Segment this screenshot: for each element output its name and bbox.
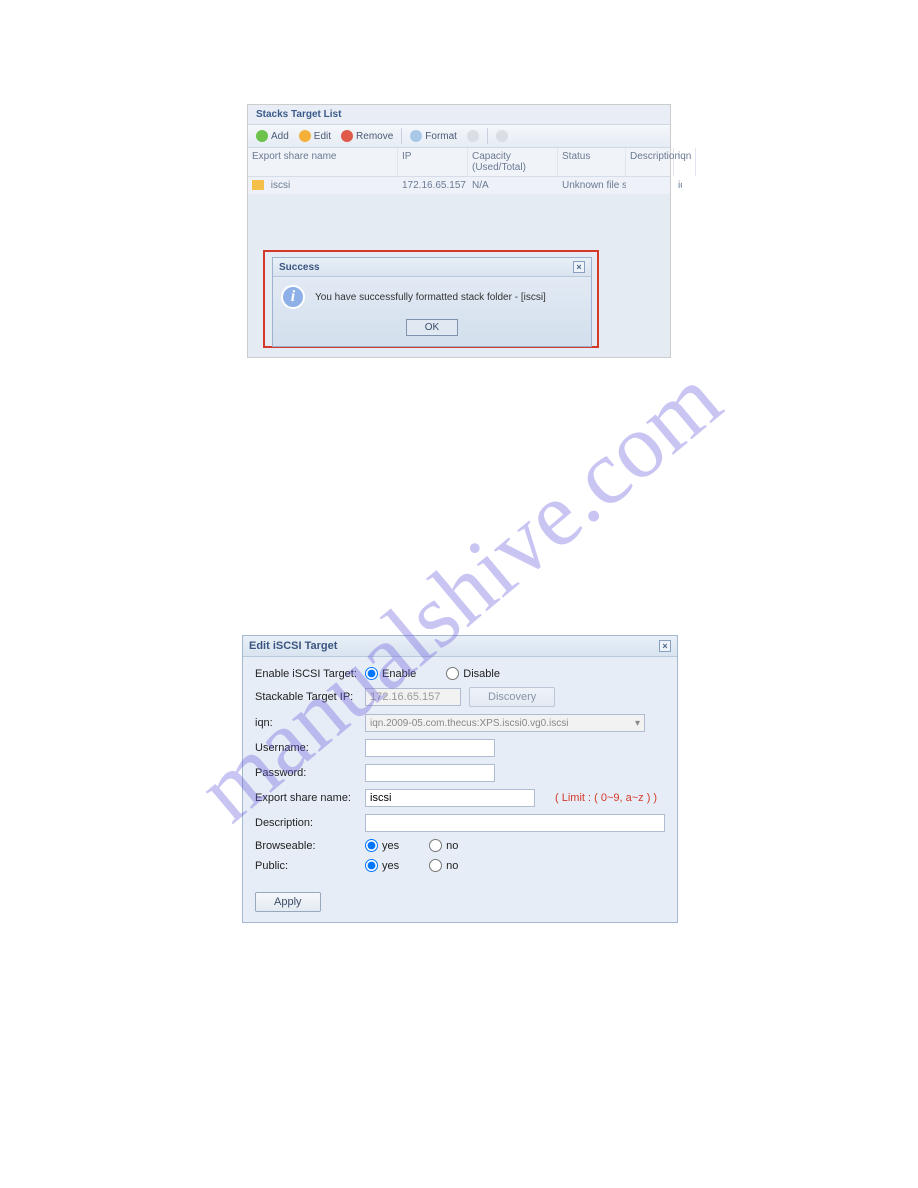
apply-button[interactable]: Apply [255, 892, 321, 912]
panel-title: Stacks Target List [248, 105, 670, 124]
row-public: Public: yes no [255, 859, 665, 872]
row-target-ip: Stackable Target IP: Discovery [255, 687, 665, 707]
format-icon [410, 130, 422, 142]
ok-button[interactable]: OK [406, 319, 458, 336]
folder-icon [252, 180, 264, 190]
public-no[interactable]: no [429, 859, 458, 872]
window-title: Edit iSCSI Target × [243, 636, 677, 657]
password-input[interactable] [365, 764, 495, 782]
separator [401, 128, 402, 144]
cell-iqn: iqn.2009-05.co [674, 177, 682, 194]
enable-radio[interactable]: Enable [365, 667, 416, 680]
discovery-button: Discovery [469, 687, 555, 707]
target-ip-input [365, 688, 461, 706]
remove-icon [341, 130, 353, 142]
add-label: Add [271, 131, 289, 142]
dialog-title: Success × [273, 258, 591, 277]
cell-capacity: N/A [468, 177, 558, 194]
form: Enable iSCSI Target: Enable Disable Stac… [243, 657, 677, 922]
public-yes[interactable]: yes [365, 859, 399, 872]
close-icon[interactable]: × [573, 261, 585, 273]
disabled-button-2 [492, 128, 512, 144]
add-icon [256, 130, 268, 142]
toolbar: Add Edit Remove Format [248, 124, 670, 148]
enable-label: Enable iSCSI Target: [255, 668, 365, 680]
disable-radio[interactable]: Disable [446, 667, 500, 680]
row-username: Username: [255, 739, 665, 757]
row-browseable: Browseable: yes no [255, 839, 665, 852]
disabled-icon [467, 130, 479, 142]
disabled-button-1 [463, 128, 483, 144]
remove-label: Remove [356, 131, 393, 142]
separator [487, 128, 488, 144]
cell-ip: 172.16.65.157 [398, 177, 468, 194]
description-label: Description: [255, 817, 365, 829]
add-button[interactable]: Add [252, 128, 293, 144]
edit-icon [299, 130, 311, 142]
browseable-label: Browseable: [255, 840, 365, 852]
dialog-text: You have successfully formatted stack fo… [315, 292, 546, 303]
format-label: Format [425, 131, 457, 142]
remove-button[interactable]: Remove [337, 128, 397, 144]
edit-iscsi-window: Edit iSCSI Target × Enable iSCSI Target:… [242, 635, 678, 923]
cell-status: Unknown file s/ [558, 177, 626, 194]
description-input[interactable] [365, 814, 665, 832]
info-icon: i [281, 285, 305, 309]
stack-target-panel: Stacks Target List Add Edit Remove Forma… [247, 104, 671, 358]
success-dialog: Success × i You have successfully format… [272, 257, 592, 347]
cell-desc [626, 177, 674, 194]
target-ip-label: Stackable Target IP: [255, 691, 365, 703]
col-iqn[interactable]: iqn [674, 148, 696, 176]
chevron-down-icon: ▾ [635, 718, 640, 729]
cell-name: iscsi [248, 177, 398, 194]
close-icon[interactable]: × [659, 640, 671, 652]
row-description: Description: [255, 814, 665, 832]
col-ip[interactable]: IP [398, 148, 468, 176]
col-status[interactable]: Status [558, 148, 626, 176]
col-name[interactable]: Export share name [248, 148, 398, 176]
iqn-select[interactable]: iqn.2009-05.com.thecus:XPS.iscsi0.vg0.is… [365, 714, 645, 732]
table-row[interactable]: iscsi 172.16.65.157 N/A Unknown file s/ … [248, 177, 670, 194]
row-iqn: iqn: iqn.2009-05.com.thecus:XPS.iscsi0.v… [255, 714, 665, 732]
password-label: Password: [255, 767, 365, 779]
grid-header: Export share name IP Capacity (Used/Tota… [248, 148, 670, 177]
format-button[interactable]: Format [406, 128, 461, 144]
row-password: Password: [255, 764, 665, 782]
browseable-no[interactable]: no [429, 839, 458, 852]
col-capacity[interactable]: Capacity (Used/Total) [468, 148, 558, 176]
username-input[interactable] [365, 739, 495, 757]
browseable-yes[interactable]: yes [365, 839, 399, 852]
edit-button[interactable]: Edit [295, 128, 335, 144]
edit-label: Edit [314, 131, 331, 142]
export-label: Export share name: [255, 792, 365, 804]
export-hint: ( Limit : ( 0~9, a~z ) ) [555, 792, 657, 804]
row-export: Export share name: ( Limit : ( 0~9, a~z … [255, 789, 665, 807]
public-label: Public: [255, 860, 365, 872]
disabled-icon [496, 130, 508, 142]
row-enable: Enable iSCSI Target: Enable Disable [255, 667, 665, 680]
export-input[interactable] [365, 789, 535, 807]
col-desc[interactable]: Description [626, 148, 674, 176]
iqn-label: iqn: [255, 717, 365, 729]
username-label: Username: [255, 742, 365, 754]
